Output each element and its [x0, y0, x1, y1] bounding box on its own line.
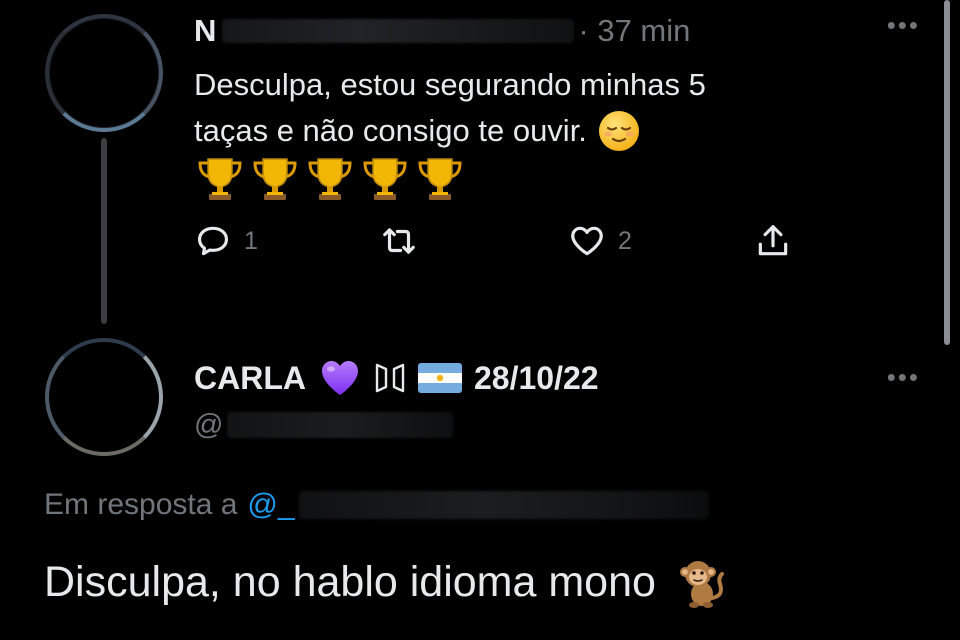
- reply-count: 1: [244, 226, 258, 255]
- trophy-emoji-row: [194, 153, 466, 205]
- timestamp[interactable]: 28/10/22: [474, 360, 599, 397]
- thread-connector-line: [101, 138, 107, 324]
- retweet-button[interactable]: [380, 222, 430, 260]
- reply-button[interactable]: 1: [194, 222, 258, 260]
- tweet-text: Desculpa, estou segurando minhas 5 taças…: [194, 62, 894, 154]
- redacted-handle: [227, 412, 454, 438]
- like-button[interactable]: 2: [568, 222, 632, 260]
- trophy-icon: [198, 158, 242, 200]
- trophy-icon: [308, 158, 352, 200]
- speech-bubble-icon: [197, 226, 229, 256]
- display-name[interactable]: N: [194, 13, 216, 49]
- reply-to-handle-link[interactable]: @_: [247, 488, 294, 522]
- more-dots-icon[interactable]: •••: [887, 362, 920, 393]
- tweet-actions-bar: 1 2: [194, 222, 814, 270]
- redacted-username: [222, 19, 575, 43]
- trophy-icon: [418, 158, 462, 200]
- handle-prefix: @: [194, 408, 224, 441]
- heart-outline-icon: [571, 226, 603, 256]
- display-name[interactable]: CARLA: [194, 360, 306, 397]
- reply-to-line: Em resposta a @_: [44, 485, 709, 525]
- tweet-text-line-1: Desculpa, estou segurando minhas 5: [194, 67, 706, 102]
- reply-to-label: Em resposta a: [44, 488, 238, 521]
- tweet-text-line-2: taças e não consigo te ouvir.: [194, 113, 587, 148]
- share-button[interactable]: [754, 222, 792, 260]
- avatar[interactable]: [45, 14, 163, 132]
- share-upload-icon: [758, 225, 788, 256]
- more-dots-icon[interactable]: •••: [887, 10, 920, 41]
- trophy-icon: [253, 158, 297, 200]
- relieved-face-emoji-icon: [598, 111, 639, 151]
- redacted-reply-handle: [298, 491, 709, 519]
- tweet-header: N · 37 min: [194, 12, 690, 50]
- tweet-text-line-2-wrap: taças e não consigo te ouvir.: [194, 108, 894, 154]
- reply-tweet-1[interactable]: N · 37 min ••• Desculpa, estou segurando…: [0, 0, 960, 330]
- bts-logo-icon: [375, 363, 405, 393]
- tweet-text-line: Disculpa, no hablo idioma mono: [44, 557, 656, 606]
- argentina-flag-icon: [417, 363, 462, 393]
- like-count: 2: [618, 226, 632, 255]
- retweet-arrows-icon: [383, 228, 415, 254]
- monkey-emoji-icon: [679, 561, 724, 608]
- timestamp[interactable]: · 37 min: [578, 13, 690, 49]
- purple-heart-icon: [321, 361, 358, 395]
- avatar[interactable]: [45, 338, 163, 456]
- tweet-text: Disculpa, no hablo idioma mono: [44, 552, 728, 612]
- trophy-icon: [363, 158, 407, 200]
- tweet-header: CARLA 28/10/22: [194, 356, 599, 400]
- user-handle[interactable]: @: [194, 408, 454, 442]
